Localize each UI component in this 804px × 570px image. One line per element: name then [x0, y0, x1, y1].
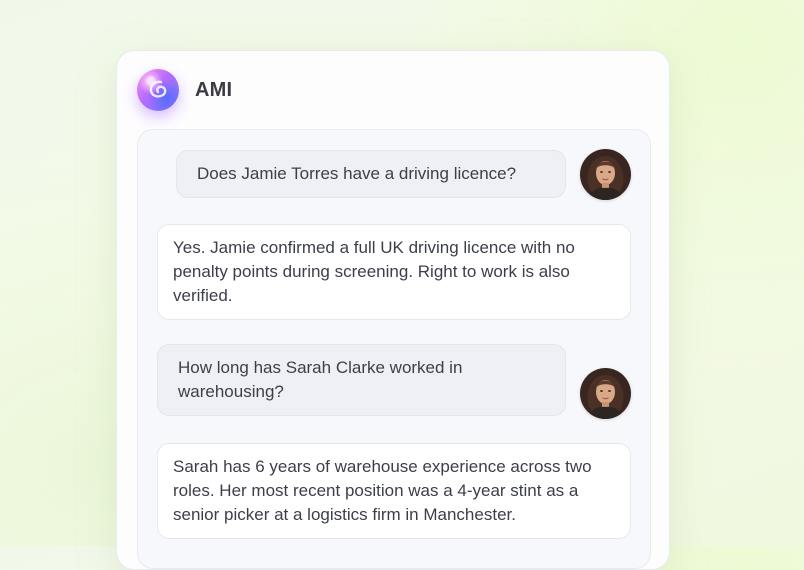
chat-header: AMI [137, 69, 232, 111]
user-message-text: Does Jamie Torres have a driving licence… [197, 164, 517, 183]
user-message-text: How long has Sarah Clarke worked in ware… [178, 358, 463, 401]
gradient-orb-icon [137, 69, 179, 111]
user-avatar[interactable] [580, 368, 631, 419]
app-title: AMI [195, 78, 233, 101]
assistant-message-text: Sarah has 6 years of warehouse experienc… [173, 457, 592, 524]
assistant-message: Yes. Jamie confirmed a full UK driving l… [157, 224, 631, 320]
chat-card: AMI Does Jamie Torres have a driving lic… [116, 50, 670, 570]
user-message: How long has Sarah Clarke worked in ware… [157, 344, 566, 416]
assistant-message: Sarah has 6 years of warehouse experienc… [157, 443, 631, 539]
assistant-message-text: Yes. Jamie confirmed a full UK driving l… [173, 238, 575, 305]
user-avatar[interactable] [580, 149, 631, 200]
user-message: Does Jamie Torres have a driving licence… [176, 150, 566, 198]
chat-thread: Does Jamie Torres have a driving licence… [137, 129, 651, 569]
